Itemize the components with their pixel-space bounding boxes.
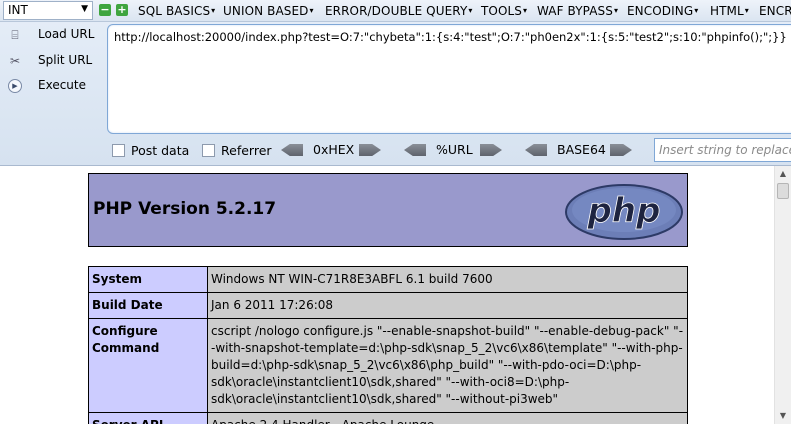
scroll-thumb[interactable]	[777, 183, 789, 199]
url-encoding-label: %URL	[436, 142, 473, 157]
scroll-down-icon[interactable]: ▼	[775, 408, 791, 424]
caret-down-icon: ▾	[309, 6, 314, 15]
menu-error-double-query[interactable]: ERROR/DOUBLE QUERY▾	[325, 4, 473, 18]
injection-type-select[interactable]: INT ▼	[3, 1, 93, 20]
row-value: Jan 6 2011 17:26:08	[207, 292, 688, 319]
base64-label: BASE64	[557, 142, 606, 157]
row-key: Configure Command	[88, 318, 208, 413]
menu-label: ENCODING	[627, 4, 694, 18]
page-title: PHP Version 5.2.17	[93, 199, 277, 219]
menu-union-based[interactable]: UNION BASED▾	[223, 4, 314, 18]
caret-down-icon: ▾	[523, 6, 528, 15]
decode-url-arrow-icon[interactable]	[404, 144, 426, 156]
execute-label: Execute	[38, 78, 86, 92]
post-data-label: Post data	[131, 143, 190, 158]
referrer-label: Referrer	[221, 143, 272, 158]
menu-label: HTML	[710, 4, 744, 18]
row-key: System	[88, 266, 208, 293]
menu-label: ERROR/DOUBLE QUERY	[325, 4, 468, 18]
url-textarea[interactable]: http://localhost:20000/index.php?test=O:…	[107, 24, 791, 134]
menu-bar: INT ▼ − + SQL BASICS▾ UNION BASED▾ ERROR…	[0, 0, 791, 22]
caret-down-icon: ▾	[613, 6, 619, 15]
menu-html[interactable]: HTML▾	[710, 4, 749, 18]
plus-icon[interactable]: +	[116, 4, 128, 16]
encode-url-arrow-icon[interactable]	[480, 144, 502, 156]
load-url-label: Load URL	[38, 27, 95, 41]
phpinfo-header: PHP Version 5.2.17 php	[88, 173, 688, 247]
chevron-down-icon: ▼	[81, 4, 88, 14]
minus-icon[interactable]: −	[99, 4, 111, 16]
menu-tools[interactable]: TOOLS▾	[481, 4, 527, 18]
encode-hex-arrow-icon[interactable]	[359, 144, 381, 156]
row-value: Windows NT WIN-C71R8E3ABFL 6.1 build 760…	[207, 266, 688, 293]
caret-down-icon: ▾	[211, 6, 216, 15]
decode-base64-arrow-icon[interactable]	[525, 144, 547, 156]
row-key: Build Date	[88, 292, 208, 319]
hex-label: 0xHEX	[313, 142, 355, 157]
menu-label: TOOLS	[481, 4, 523, 18]
insert-string-input[interactable]: Insert string to replace	[654, 138, 791, 162]
menu-encoding[interactable]: ENCODING▾	[627, 4, 698, 18]
encode-base64-arrow-icon[interactable]	[610, 144, 632, 156]
checkbox-box[interactable]	[202, 144, 215, 157]
caret-down-icon: ▾	[744, 6, 749, 15]
scissors-icon: ✂	[9, 54, 21, 68]
table-row: System Windows NT WIN-C71R8E3ABFL 6.1 bu…	[88, 266, 688, 293]
row-value: cscript /nologo configure.js "--enable-s…	[207, 318, 688, 413]
hackbar-toolbar: INT ▼ − + SQL BASICS▾ UNION BASED▾ ERROR…	[0, 0, 791, 166]
table-row: Build Date Jan 6 2011 17:26:08	[88, 292, 688, 319]
scroll-up-icon[interactable]: ▲	[775, 166, 791, 182]
split-url-label: Split URL	[38, 53, 93, 67]
php-logo-text: php	[587, 191, 661, 231]
table-row: Configure Command cscript /nologo config…	[88, 318, 688, 413]
menu-label: SQL BASICS	[138, 4, 211, 18]
load-url-icon: ⌸	[11, 28, 19, 42]
play-icon: ▶	[8, 79, 22, 93]
menu-label: UNION BASED	[223, 4, 309, 18]
caret-down-icon: ▾	[468, 6, 473, 15]
menu-label: ENCR	[759, 4, 791, 18]
table-row: Server API Apache 2.4 Handler - Apache L…	[88, 412, 688, 424]
row-key: Server API	[88, 412, 208, 424]
caret-down-icon: ▾	[694, 6, 699, 15]
menu-label: WAF BYPASS	[537, 4, 613, 18]
page-content: PHP Version 5.2.17 php System Windows NT…	[0, 166, 774, 424]
decode-hex-arrow-icon[interactable]	[281, 144, 303, 156]
checkbox-box[interactable]	[112, 144, 125, 157]
menu-sql-basics[interactable]: SQL BASICS▾	[138, 4, 215, 18]
vertical-scrollbar[interactable]: ▲ ▼	[774, 166, 791, 424]
menu-waf-bypass[interactable]: WAF BYPASS▾	[537, 4, 618, 18]
phpinfo-table: System Windows NT WIN-C71R8E3ABFL 6.1 bu…	[88, 266, 688, 424]
injection-type-value: INT	[8, 3, 28, 17]
row-value: Apache 2.4 Handler - Apache Lounge	[207, 412, 688, 424]
menu-encryption[interactable]: ENCR	[759, 4, 791, 18]
php-logo: php	[565, 184, 683, 240]
